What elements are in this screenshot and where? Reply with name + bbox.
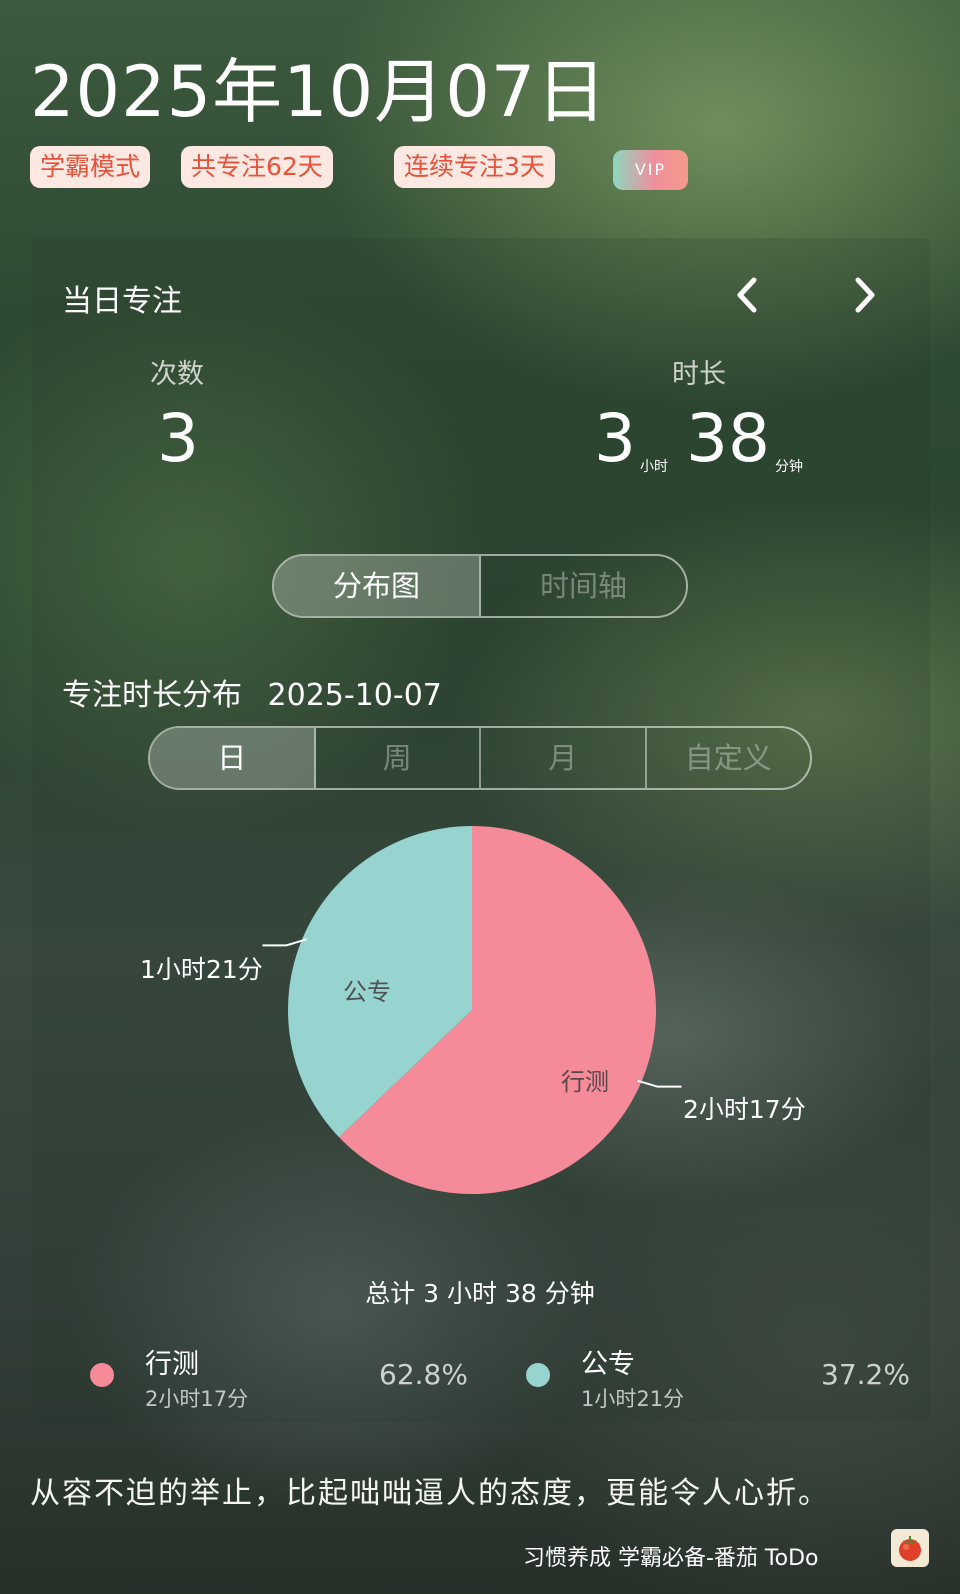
leader-line-0 [637, 1079, 682, 1088]
legend-percent-0: 62.8% [379, 1358, 468, 1391]
pie-chart [262, 826, 682, 1194]
pie-chart-area: 行测 公专 2小时17分 1小时21分 [0, 0, 960, 1594]
total-duration: 总计 3 小时 38 分钟 [365, 1279, 595, 1308]
legend-dot-1 [526, 1363, 550, 1387]
legend-dot-0 [90, 1363, 114, 1387]
footer-app-text: 习惯养成 学霸必备-番茄 ToDo [523, 1546, 819, 1571]
leader-line-1 [262, 938, 307, 947]
legend-duration-1: 1小时21分 [581, 1387, 685, 1411]
legend-name-1: 公专 [581, 1349, 635, 1380]
tomato-icon [891, 1529, 929, 1567]
motivational-quote: 从容不迫的举止，比起咄咄逼人的态度，更能令人心折。 [30, 1476, 830, 1511]
legend-duration-0: 2小时17分 [145, 1387, 249, 1411]
legend-percent-1: 37.2% [821, 1358, 910, 1391]
legend-name-0: 行测 [145, 1349, 199, 1380]
